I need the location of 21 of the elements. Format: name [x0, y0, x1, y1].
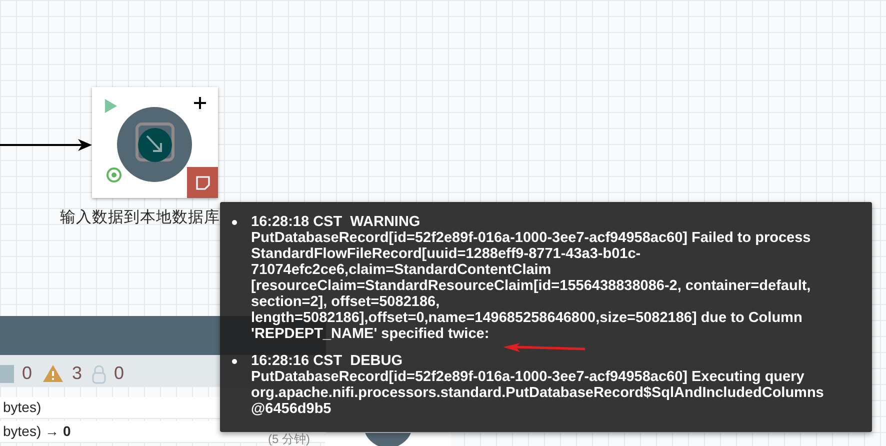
stat-count: 3 [72, 362, 82, 385]
lock-icon [92, 364, 106, 384]
bulletin-header: 16:28:18 CST WARNING [251, 214, 422, 230]
stat-count: 0 [114, 362, 124, 385]
row-text: bytes) → [3, 422, 60, 441]
bulletin-message: PutDatabaseRecord[id=52f2e89f-016a-1000-3ee7-acf94958ac60] Failed to process StandardFlowFileRecord[uuid=1288eff9-8771-43a3-b01c-71074efc2ce6,claim=StandardContentClaim [resourceClaim=StandardResourceClaim[id=1556438838086-2, container=default, section=2], offset=5082186, length=5082186],offset=0,name=149685258646800,size=5082186] due to Column 'REPDEPT_NAME' specified twice: [251, 230, 812, 342]
processor-name: 输入数据到本地数据库 [60, 208, 220, 228]
target-icon [106, 167, 122, 183]
row-text: bytes) [3, 398, 42, 417]
bulletin-header: 16:28:16 CST DEBUG [251, 353, 404, 369]
plus-icon[interactable] [193, 96, 207, 110]
comment-icon[interactable] [187, 167, 218, 198]
stat-count: 0 [22, 362, 32, 385]
stop-icon [0, 364, 14, 382]
bullet-icon [232, 220, 237, 225]
bullet-icon [232, 359, 237, 364]
row-value: 0 [63, 422, 71, 441]
bulletin-message: PutDatabaseRecord[id=52f2e89f-016a-1000-3ee7-acf94958ac60] Executing query org.apache.nifi.processors.standard.PutDatabaseRecord$SqlAndIncludedColumns @6456d9b5 [251, 369, 825, 417]
duration-text: (5 分钟) [268, 433, 310, 446]
warning-icon [42, 364, 64, 383]
play-icon [104, 99, 118, 113]
